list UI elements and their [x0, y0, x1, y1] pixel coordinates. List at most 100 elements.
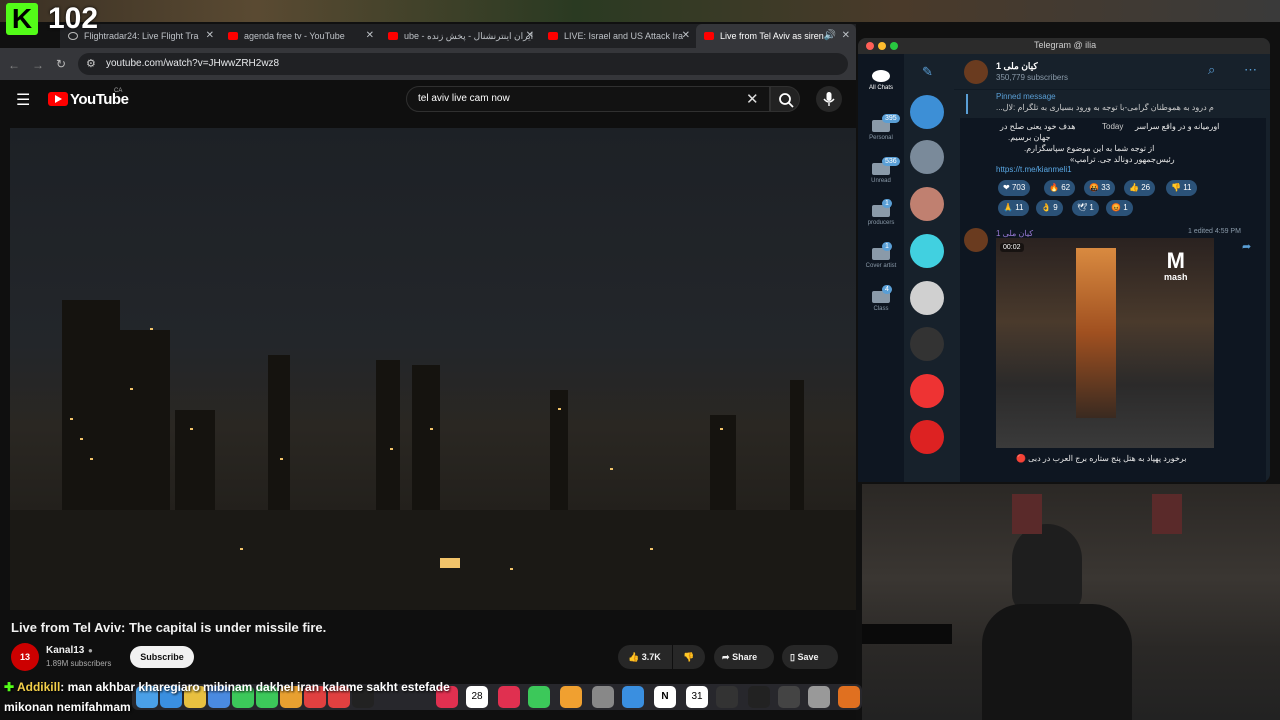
appstore-icon[interactable]: [622, 686, 644, 708]
verified-icon: ●: [88, 646, 93, 655]
speaker-icon[interactable]: 🔊: [824, 24, 836, 48]
dislike-button[interactable]: 👎: [673, 645, 705, 669]
viewer-count: 102: [48, 2, 99, 35]
close-tab-icon[interactable]: ✕: [206, 24, 214, 48]
folder-cover-artist[interactable]: 1 Cover artist: [858, 242, 904, 269]
search-icon[interactable]: ⌕: [1208, 62, 1215, 78]
city-light: [90, 458, 93, 460]
search-button[interactable]: [770, 86, 800, 112]
city-light: [430, 428, 433, 430]
thumbs-down-icon: 👎: [683, 652, 695, 662]
chat-avatar[interactable]: [910, 374, 944, 408]
calendar-icon[interactable]: 28: [466, 686, 488, 708]
chat-avatar[interactable]: [910, 187, 944, 221]
chat-avatar[interactable]: [910, 95, 944, 129]
close-window-icon[interactable]: [866, 42, 874, 50]
numbers-icon[interactable]: [528, 686, 550, 708]
chat-avatar[interactable]: [910, 281, 944, 315]
mash-logo: Mmash: [1164, 248, 1188, 283]
chat-text: : man akhbar kharegiaro mibinam dakhel i…: [60, 680, 450, 694]
tab-iran-international[interactable]: ube - ایران اینترنشنال - پخش زنده ✕: [380, 24, 540, 48]
close-tab-icon[interactable]: ✕: [682, 24, 690, 48]
thumbs-up-icon: 👍: [628, 652, 640, 662]
subscriber-count: 1.89M subscribers: [46, 659, 112, 668]
folder-class[interactable]: 4 Class: [858, 285, 904, 312]
folder-producers[interactable]: 1 producers: [858, 199, 904, 226]
settings-icon[interactable]: [592, 686, 614, 708]
back-icon[interactable]: ←: [8, 58, 20, 72]
chat-message: ✚ Addikill: man akhbar kharegiaro mibina…: [4, 680, 450, 694]
reaction-fire[interactable]: 🔥 62: [1044, 180, 1076, 196]
save-button[interactable]: ▯ Save: [782, 645, 838, 669]
city-light: [280, 458, 283, 460]
share-icon: ➦: [722, 652, 730, 662]
unity-icon[interactable]: [778, 686, 800, 708]
menu-icon[interactable]: ☰: [16, 90, 30, 110]
camera-icon[interactable]: [716, 686, 738, 708]
forward-icon[interactable]: →: [32, 58, 44, 72]
share-button[interactable]: ➦ Share: [714, 645, 774, 669]
video-player[interactable]: [10, 128, 856, 610]
channel-avatar[interactable]: [964, 60, 988, 84]
notion-icon[interactable]: N: [654, 686, 676, 708]
message-link[interactable]: https://t.me/kianmeli1: [996, 165, 1072, 174]
message-line: رئیس‌جمهور دونالد جی. ترامپ»: [1070, 155, 1175, 164]
city-light: [190, 428, 193, 430]
city-light: [650, 548, 653, 550]
region-label: CA: [114, 88, 123, 94]
chat-avatar[interactable]: [910, 327, 944, 361]
reaction-heart[interactable]: ❤ 703: [998, 180, 1031, 196]
reaction-dove[interactable]: 🕊 1: [1072, 200, 1099, 216]
wall-poster: [1152, 494, 1182, 534]
channel-avatar[interactable]: 13: [11, 643, 39, 671]
city-light: [510, 568, 513, 570]
message-line: جهان برسیم.: [1008, 133, 1051, 142]
more-icon[interactable]: ⋯: [1244, 62, 1257, 78]
fantastical-icon[interactable]: 31: [686, 686, 708, 708]
news-icon[interactable]: [498, 686, 520, 708]
logic-icon[interactable]: [838, 686, 860, 708]
obs-icon[interactable]: [748, 686, 770, 708]
message-line: هدف خود یعنی صلح در: [1000, 122, 1076, 131]
like-button[interactable]: 👍 3.7K: [618, 645, 672, 669]
close-tab-icon[interactable]: ✕: [526, 24, 534, 48]
channel-header[interactable]: [954, 54, 1270, 90]
chat-avatar[interactable]: [910, 140, 944, 174]
post-author-avatar[interactable]: [964, 228, 988, 252]
reaction-angry[interactable]: 🤬 33: [1084, 180, 1116, 196]
forward-icon[interactable]: ➦: [1242, 240, 1251, 253]
city-light: [720, 428, 723, 430]
tab-live-israel[interactable]: LIVE: Israel and US Attack Ira ✕: [540, 24, 696, 48]
chat-avatar[interactable]: [910, 234, 944, 268]
city-light: [440, 558, 460, 568]
voice-search-button[interactable]: [816, 86, 842, 112]
folder-personal[interactable]: 395 Personal: [858, 114, 904, 141]
clear-search-icon[interactable]: ✕: [746, 90, 759, 108]
close-tab-icon[interactable]: ✕: [842, 24, 850, 48]
tab-agenda[interactable]: agenda free tv - YouTube ✕: [220, 24, 380, 48]
disk-icon[interactable]: [808, 686, 830, 708]
subscribe-button[interactable]: Subscribe: [130, 646, 194, 668]
minimize-window-icon[interactable]: [878, 42, 886, 50]
channel-name[interactable]: Kanal13: [46, 645, 84, 656]
tab-tel-aviv[interactable]: Live from Tel Aviv as siren 🔊 ✕: [696, 24, 856, 48]
folder-all-chats[interactable]: All Chats: [858, 70, 904, 91]
reload-icon[interactable]: ↻: [56, 57, 66, 71]
close-tab-icon[interactable]: ✕: [366, 24, 374, 48]
maximize-window-icon[interactable]: [890, 42, 898, 50]
reaction-pray[interactable]: 🙏 11: [998, 200, 1029, 216]
city-light: [80, 438, 83, 440]
city-light: [70, 418, 73, 420]
reaction-rage[interactable]: 😡 1: [1106, 200, 1133, 216]
chat-avatar[interactable]: [910, 420, 944, 454]
pages-icon[interactable]: [560, 686, 582, 708]
search-icon: [779, 93, 794, 108]
post-author: کیان ملی 1: [996, 229, 1034, 238]
compose-icon[interactable]: ✎: [922, 64, 933, 80]
reaction-thumbs-down[interactable]: 👎 11: [1166, 180, 1197, 196]
folder-unread[interactable]: 536 Unread: [858, 157, 904, 184]
reaction-ok[interactable]: 👌 9: [1036, 200, 1063, 216]
site-info-icon[interactable]: ⚙: [86, 57, 96, 70]
city-light: [610, 468, 613, 470]
reaction-thumbs-up[interactable]: 👍 26: [1124, 180, 1156, 196]
